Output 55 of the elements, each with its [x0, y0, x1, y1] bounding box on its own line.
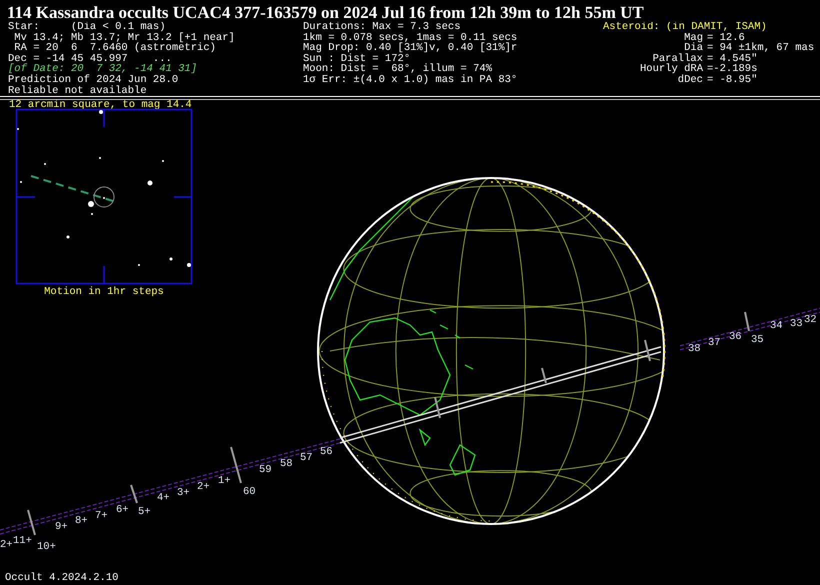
time-label: 4+ [157, 492, 170, 504]
time-label: 10+ [37, 541, 56, 553]
event-info-line: Mag Drop: 0.40 [31%]v, 0.40 [31%]r [303, 43, 518, 54]
time-label: 3+ [177, 487, 190, 499]
time-tick [434, 396, 441, 418]
time-label: 33 [790, 318, 803, 330]
time-tick [541, 368, 547, 384]
time-label: 36 [729, 331, 742, 343]
time-label: 37 [708, 337, 721, 349]
star-info-line: Mv 13.4; Mb 13.7; Mr 13.2 [+1 near] [13, 32, 236, 44]
time-label: 58 [280, 458, 293, 470]
asteroid-field-value: = 4.545" [707, 54, 758, 64]
event-info-line: 1σ Err: ±(4.0 x 1.0) mas in PA 83° [303, 74, 518, 86]
window-title: 114 Kassandra occults UCAC4 377-163579 on 2024 Jul 16 from 12h 39m to 12h 55m UT [6, 2, 645, 22]
asteroid-field-label: Parallax [652, 54, 703, 64]
time-label: 56 [320, 446, 333, 458]
asteroid-field-label: dDec [676, 74, 703, 86]
event-info-line: Moon: Dist = 68°, illum = 74% [303, 64, 494, 75]
event-info-line: Sun : Dist = 172° [303, 54, 410, 64]
time-label: 34 [770, 320, 783, 332]
time-tick [744, 312, 750, 332]
time-tick [27, 510, 36, 536]
time-label: 1+ [218, 475, 231, 487]
time-label: 38 [688, 343, 701, 355]
asteroid-field-value: = 94 ±1km, 67 mas [707, 43, 816, 54]
time-tick [644, 340, 651, 362]
asteroid-field-label: Hourly dRA [638, 64, 703, 75]
time-label: 5+ [138, 506, 151, 518]
finder-chart-caption: Motion in 1hr steps [44, 286, 164, 298]
time-tick [130, 484, 138, 504]
time-label: 32 [804, 314, 817, 326]
asteroid-field-value: =-2.189s [707, 64, 758, 75]
star-info-line: Reliable not available [8, 86, 148, 96]
asteroid-field-label: Dia [684, 43, 703, 54]
time-label: 57 [300, 452, 313, 464]
time-label: 11+ [13, 535, 32, 547]
star-info-line: Dec = -14 45 45.997 ... [8, 54, 173, 64]
asteroid-field-value: = -8.95" [707, 74, 758, 86]
star-info-line: Prediction of 2024 Jun 28.0 [8, 74, 180, 86]
time-label: 2+ [0, 539, 13, 551]
star-info-line: [of Date: 20 7 32, -14 41 31] [8, 64, 198, 75]
event-info-line: 1km = 0.078 secs, 1mas = 0.11 secs [303, 32, 518, 44]
time-label: 8+ [75, 515, 88, 527]
time-tick [230, 446, 242, 484]
time-label: 59 [259, 464, 272, 476]
star-info-line: RA = 20 6 7.6460 (astrometric) [14, 43, 216, 54]
asteroid-field-label: Mag [683, 32, 703, 44]
time-label: 7+ [95, 510, 108, 522]
time-label: 9+ [55, 521, 68, 533]
time-label: 2+ [197, 481, 210, 493]
version-label: Occult 4.2024.2.10 [5, 572, 118, 584]
time-label: 60 [243, 486, 256, 498]
time-label: 35 [751, 334, 764, 346]
asteroid-field-value: = 12.6 [707, 32, 745, 44]
time-label: 6+ [116, 504, 129, 516]
